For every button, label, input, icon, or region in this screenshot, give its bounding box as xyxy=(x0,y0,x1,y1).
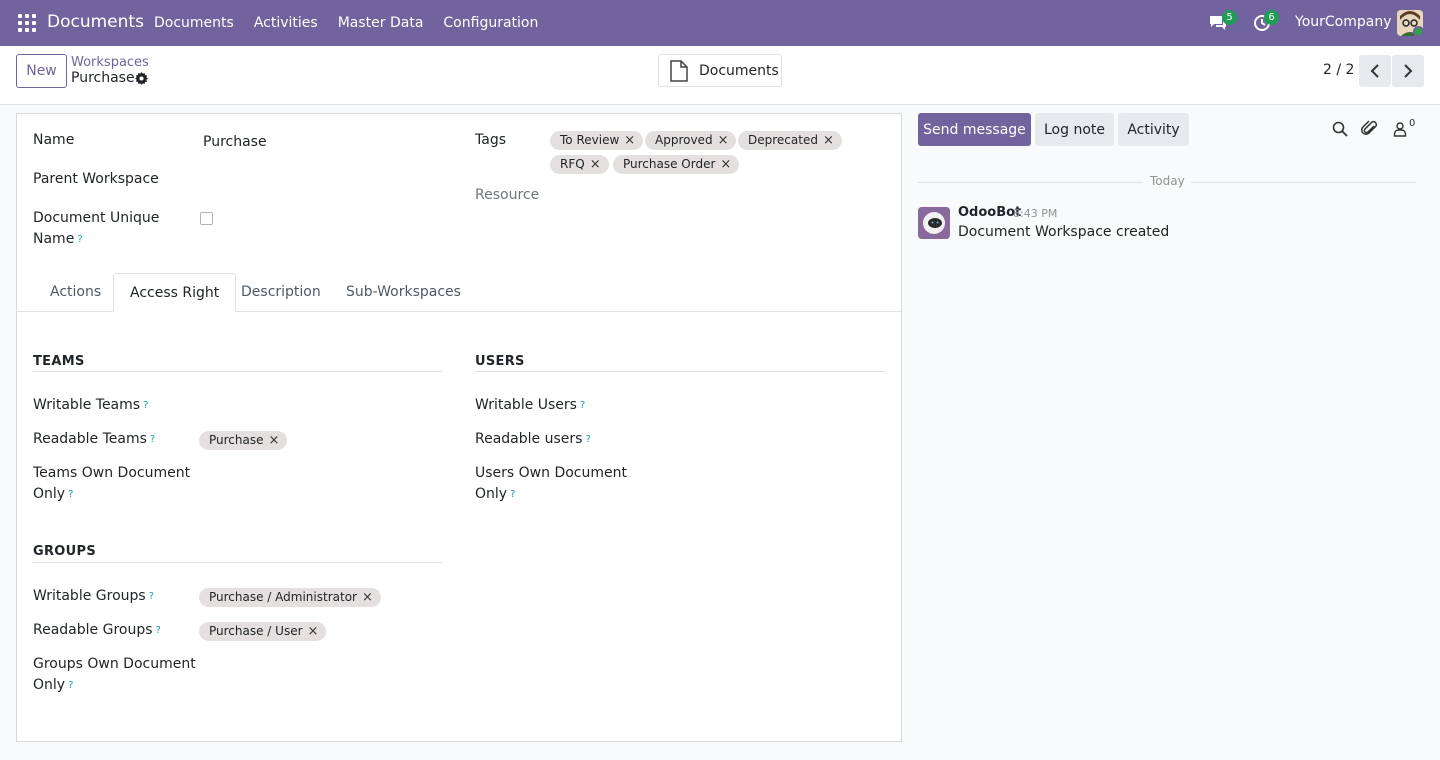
users-section-title: USERS xyxy=(475,354,525,369)
main-menu: Documents Activities Master Data Configu… xyxy=(154,0,558,46)
remove-tag-icon[interactable]: × xyxy=(362,590,373,605)
groups-own-document-label-line1: Groups Own Document xyxy=(33,656,196,672)
control-panel: New Workspaces Purchase Documents 2 / 2 xyxy=(0,46,1440,105)
date-separator-line-right xyxy=(1191,182,1416,183)
writable-users-label: Writable Users? xyxy=(475,397,586,413)
readable-users-label: Readable users? xyxy=(475,431,591,447)
menu-activities[interactable]: Activities xyxy=(254,15,318,31)
teams-own-document-label-line2: Only? xyxy=(33,486,74,502)
chevron-left-icon xyxy=(1370,64,1379,78)
writable-group-tag: Purchase / Administrator × xyxy=(199,588,381,607)
pager-value[interactable]: 2 / 2 xyxy=(1323,62,1354,78)
groups-divider xyxy=(33,562,443,563)
menu-documents[interactable]: Documents xyxy=(154,15,234,31)
pager-previous-button[interactable] xyxy=(1359,55,1391,87)
writable-teams-label: Writable Teams? xyxy=(33,397,149,413)
readable-group-tag: Purchase / User × xyxy=(199,622,327,641)
messages-badge: 5 xyxy=(1222,10,1237,25)
groups-section-title: GROUPS xyxy=(33,544,96,559)
help-icon[interactable]: ? xyxy=(68,489,73,500)
new-button[interactable]: New xyxy=(16,54,67,88)
tab-sub-workspaces[interactable]: Sub-Workspaces xyxy=(330,273,477,312)
remove-tag-icon[interactable]: × xyxy=(624,133,635,148)
app-brand[interactable]: Documents xyxy=(47,12,144,32)
gear-icon[interactable] xyxy=(135,72,148,85)
help-icon[interactable]: ? xyxy=(510,489,515,500)
message-body: Document Workspace created xyxy=(958,224,1170,240)
breadcrumb-current: Purchase xyxy=(71,70,135,86)
groups-own-document-label-line2: Only? xyxy=(33,677,74,693)
name-field[interactable]: Purchase xyxy=(203,134,267,150)
log-note-button[interactable]: Log note xyxy=(1035,113,1114,146)
message-time: 8:43 PM xyxy=(1013,207,1058,220)
menu-master-data[interactable]: Master Data xyxy=(338,15,424,31)
name-label: Name xyxy=(33,132,75,148)
tab-access-right[interactable]: Access Right xyxy=(113,273,237,312)
remove-tag-icon[interactable]: × xyxy=(269,433,280,448)
help-icon[interactable]: ? xyxy=(585,434,590,445)
tag-deprecated: Deprecated × xyxy=(738,131,842,150)
file-icon xyxy=(670,59,688,82)
teams-divider xyxy=(33,371,443,372)
notebook-tabs: Actions Access Right Description Sub-Wor… xyxy=(17,273,901,312)
teams-own-document-label-line1: Teams Own Document xyxy=(33,465,191,481)
readable-groups-label: Readable Groups? xyxy=(33,622,161,638)
apps-menu-icon[interactable] xyxy=(18,14,36,32)
search-icon[interactable] xyxy=(1331,120,1349,138)
tab-actions[interactable]: Actions xyxy=(34,273,117,312)
help-icon[interactable]: ? xyxy=(143,400,148,411)
documents-smart-button[interactable]: Documents xyxy=(658,54,782,87)
tag-purchase-order: Purchase Order × xyxy=(613,155,740,174)
breadcrumb-workspaces[interactable]: Workspaces xyxy=(71,55,149,70)
users-own-document-label-line2: Only? xyxy=(475,486,516,502)
remove-tag-icon[interactable]: × xyxy=(590,157,601,172)
parent-workspace-label: Parent Workspace xyxy=(33,171,159,187)
date-separator: Today xyxy=(1150,174,1185,188)
remove-tag-icon[interactable]: × xyxy=(720,157,731,172)
activity-button[interactable]: Activity xyxy=(1118,113,1189,146)
users-own-document-label-line1: Users Own Document xyxy=(475,465,627,481)
remove-tag-icon[interactable]: × xyxy=(308,624,319,639)
tag-rfq: RFQ × xyxy=(550,155,609,174)
online-status-dot xyxy=(1413,26,1424,37)
help-icon[interactable]: ? xyxy=(580,400,585,411)
remove-tag-icon[interactable]: × xyxy=(718,133,729,148)
attachment-paperclip-icon[interactable] xyxy=(1361,120,1379,138)
tags-label: Tags xyxy=(475,132,506,148)
send-message-button[interactable]: Send message xyxy=(918,113,1031,146)
top-navbar: Documents Documents Activities Master Da… xyxy=(0,0,1440,46)
activities-badge: 6 xyxy=(1264,10,1279,25)
company-switcher[interactable]: YourCompany xyxy=(1295,14,1392,30)
readable-team-tag: Purchase × xyxy=(199,431,288,450)
users-divider xyxy=(475,371,885,372)
documents-button-label: Documents xyxy=(699,62,779,79)
teams-section-title: TEAMS xyxy=(33,354,85,369)
document-unique-label-line2: Name? xyxy=(33,231,83,247)
help-icon[interactable]: ? xyxy=(156,625,161,636)
chevron-right-icon xyxy=(1404,64,1413,78)
readable-teams-label: Readable Teams? xyxy=(33,431,156,447)
resource-label: Resource xyxy=(475,187,540,203)
help-icon[interactable]: ? xyxy=(149,591,154,602)
message-author[interactable]: OdooBot xyxy=(958,205,1021,220)
form-sheet: Name Purchase Parent Workspace Document … xyxy=(16,113,902,742)
help-icon[interactable]: ? xyxy=(150,434,155,445)
followers-user-icon[interactable] xyxy=(1393,120,1407,138)
tag-to-review: To Review × xyxy=(550,131,644,150)
menu-configuration[interactable]: Configuration xyxy=(443,15,538,31)
help-icon[interactable]: ? xyxy=(77,234,82,245)
remove-tag-icon[interactable]: × xyxy=(823,133,834,148)
help-icon[interactable]: ? xyxy=(68,680,73,691)
tag-approved: Approved × xyxy=(645,131,737,150)
pager-next-button[interactable] xyxy=(1392,55,1424,87)
odoobot-avatar xyxy=(918,207,950,239)
writable-groups-label: Writable Groups? xyxy=(33,588,154,604)
followers-count: 0 xyxy=(1409,118,1416,129)
date-separator-line-left xyxy=(918,182,1143,183)
document-unique-checkbox[interactable] xyxy=(200,212,213,225)
document-unique-label-line1: Document Unique xyxy=(33,210,160,226)
tab-description[interactable]: Description xyxy=(225,273,337,312)
